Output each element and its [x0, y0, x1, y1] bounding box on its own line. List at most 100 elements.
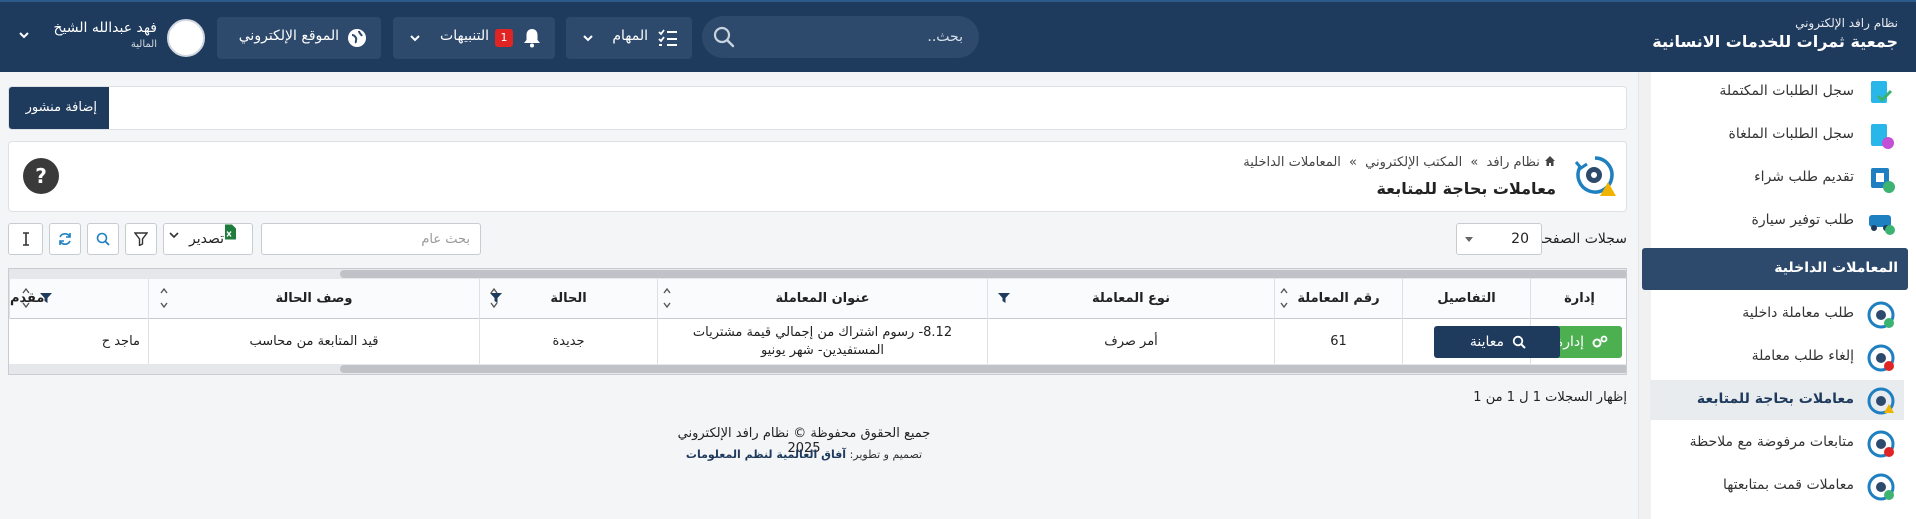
search-icon[interactable] — [712, 25, 736, 49]
table-scrollbar-top[interactable] — [9, 269, 1626, 279]
column-header-details: التفاصيل — [1402, 279, 1530, 319]
breadcrumb-separator: » — [1470, 155, 1479, 170]
breadcrumb-home[interactable]: نظام رافد — [1487, 155, 1540, 170]
table-search-input[interactable] — [261, 223, 481, 255]
notifications-label: التنبيهات — [440, 28, 489, 44]
cell-number: 61 — [1274, 319, 1402, 364]
column-resize-button[interactable] — [8, 223, 43, 255]
notifications-count-badge: 1 — [495, 29, 513, 47]
user-role: المالية — [130, 39, 157, 50]
help-button[interactable]: ? — [23, 158, 59, 194]
column-header-title[interactable]: عنوان المعاملة — [657, 279, 987, 319]
footer-credit: تصميم و تطوير: آفاق العالمية لنظم المعلو… — [666, 448, 942, 461]
table-toolbar: سجلات الصفحة 20 تصدير — [8, 222, 1627, 256]
globe-icon — [348, 29, 366, 47]
cell-title: 8.12- رسوم اشتراك من إجمالي قيمة مشتريات… — [657, 319, 987, 364]
system-name: نظام رافد الإلكتروني — [1795, 16, 1898, 30]
column-header-submitter[interactable]: مقدم — [9, 279, 148, 319]
sidebar-item-internal-transaction-request[interactable]: طلب معاملة داخلية — [1650, 294, 1904, 334]
cell-details: معاينة — [1402, 319, 1560, 364]
brand[interactable]: نظام رافد الإلكتروني جمعية ثمرات للخدمات… — [1652, 16, 1898, 51]
chevron-down-icon — [169, 232, 179, 239]
filter-button[interactable] — [125, 223, 157, 255]
refresh-button[interactable] — [49, 223, 81, 255]
sidebar-item-label: تقديم طلب شراء — [1754, 169, 1854, 185]
sidebar-item-followed-transactions[interactable]: معاملات قمت بمتابعتها — [1650, 466, 1904, 506]
sidebar-item-followup-transactions[interactable]: معاملات بحاجة للمتابعة — [1650, 380, 1904, 420]
chevron-down-icon — [583, 35, 593, 42]
global-search[interactable] — [702, 16, 979, 58]
search-icon — [96, 232, 110, 246]
search-button[interactable] — [87, 223, 119, 255]
table-row: إدارة معاينة 61 أمر صرف 8.12- رسوم اشترا… — [9, 319, 1626, 364]
sidebar-item-label: سجل الطلبات الملغاة — [1728, 126, 1854, 142]
sidebar-item-rejected-followups[interactable]: متابعات مرفوضة مع ملاحظة — [1650, 423, 1904, 463]
page-title: معاملات بحاجة للمتابعة — [1376, 179, 1556, 198]
table-scrollbar-bottom[interactable] — [9, 364, 1626, 374]
sort-icon[interactable] — [489, 283, 499, 313]
avatar[interactable] — [167, 19, 205, 57]
tasks-button[interactable]: المهام — [566, 17, 692, 59]
cell-submitter: ماجد ح — [101, 333, 140, 349]
cancelled-requests-icon — [1871, 124, 1894, 149]
credit-company-link[interactable]: آفاق العالمية لنظم المعلومات — [686, 448, 846, 461]
completed-requests-icon — [1871, 81, 1893, 103]
column-header-type[interactable]: نوع المعاملة — [987, 279, 1274, 319]
sidebar-item-completed-requests[interactable]: سجل الطلبات المكتملة — [1650, 72, 1904, 112]
search-input[interactable] — [763, 26, 963, 48]
sidebar-item-label: سجل الطلبات المكتملة — [1719, 83, 1854, 99]
transactions-table: إدارة التفاصيل رقم المعاملة نوع المعاملة… — [8, 268, 1627, 375]
user-menu[interactable]: فهد عبدالله الشيخ المالية — [53, 20, 157, 50]
add-post-label: إضافة منشور — [25, 100, 97, 115]
sidebar-item-car-request[interactable]: طلب توفير سيارة — [1650, 201, 1904, 241]
notifications-button[interactable]: 1 التنبيهات — [393, 17, 555, 59]
breadcrumb-internal-transactions[interactable]: المعاملات الداخلية — [1243, 155, 1341, 170]
top-navbar: نظام رافد الإلكتروني جمعية ثمرات للخدمات… — [0, 0, 1916, 72]
manage-label: إدارة — [1555, 334, 1584, 350]
website-label: الموقع الإلكتروني — [238, 28, 339, 44]
column-filter-icon[interactable] — [40, 293, 52, 303]
column-header-number[interactable]: رقم المعاملة — [1274, 279, 1402, 319]
followed-transactions-icon — [1867, 473, 1895, 501]
sort-icon[interactable] — [159, 283, 169, 313]
rejected-followups-icon — [1867, 430, 1895, 458]
excel-file-icon — [225, 224, 236, 240]
sidebar-item-cancelled-requests[interactable]: سجل الطلبات الملغاة — [1650, 115, 1904, 155]
purchase-request-icon — [1871, 168, 1895, 193]
caret-down-icon — [1465, 237, 1473, 242]
column-filter-icon[interactable] — [998, 293, 1010, 303]
column-header-manage: إدارة — [1530, 279, 1626, 319]
website-button[interactable]: الموقع الإلكتروني — [217, 17, 381, 59]
sidebar-item-label: متابعات مرفوضة مع ملاحظة — [1689, 434, 1854, 450]
sidebar-section-internal-transactions[interactable]: المعاملات الداخلية — [1642, 248, 1908, 290]
sidebar-item-label: معاملات بحاجة للمتابعة — [1696, 391, 1854, 407]
scroll-thumb[interactable] — [340, 365, 1626, 373]
export-button[interactable]: تصدير — [163, 223, 253, 255]
add-post-button[interactable]: إضافة منشور — [9, 87, 109, 129]
internal-transaction-icon — [1867, 301, 1895, 329]
search-icon — [1512, 335, 1526, 349]
view-button[interactable]: معاينة — [1434, 326, 1560, 358]
page-size-select[interactable]: 20 — [1456, 223, 1542, 255]
cancel-transaction-icon — [1867, 344, 1895, 372]
page-size-value: 20 — [1511, 231, 1529, 247]
view-label: معاينة — [1469, 334, 1504, 350]
column-header-status-desc[interactable]: وصف الحالة — [148, 279, 479, 319]
credit-prefix: تصميم و تطوير: — [849, 448, 923, 461]
column-header-status[interactable]: الحالة — [479, 279, 657, 319]
user-menu-chevron-icon[interactable] — [18, 29, 30, 41]
sidebar-item-label: طلب معاملة داخلية — [1742, 305, 1854, 321]
scroll-thumb[interactable] — [340, 270, 1626, 278]
home-icon[interactable] — [1544, 155, 1556, 167]
sort-icon[interactable] — [662, 283, 672, 313]
sidebar-item-cancel-transaction[interactable]: إلغاء طلب معاملة — [1650, 337, 1904, 377]
breadcrumb-electronic-office[interactable]: المكتب الإلكتروني — [1365, 155, 1462, 170]
followup-transactions-icon — [1867, 387, 1895, 415]
sidebar: سجل الطلبات المكتملة سجل الطلبات الملغاة… — [1638, 72, 1916, 519]
sort-icon[interactable] — [1279, 283, 1289, 313]
breadcrumb-separator: » — [1349, 155, 1358, 170]
sidebar-item-purchase-request[interactable]: تقديم طلب شراء — [1650, 158, 1904, 198]
bell-icon — [524, 29, 540, 48]
sort-icon[interactable] — [21, 283, 31, 313]
sidebar-item-label: إلغاء طلب معاملة — [1751, 348, 1854, 364]
